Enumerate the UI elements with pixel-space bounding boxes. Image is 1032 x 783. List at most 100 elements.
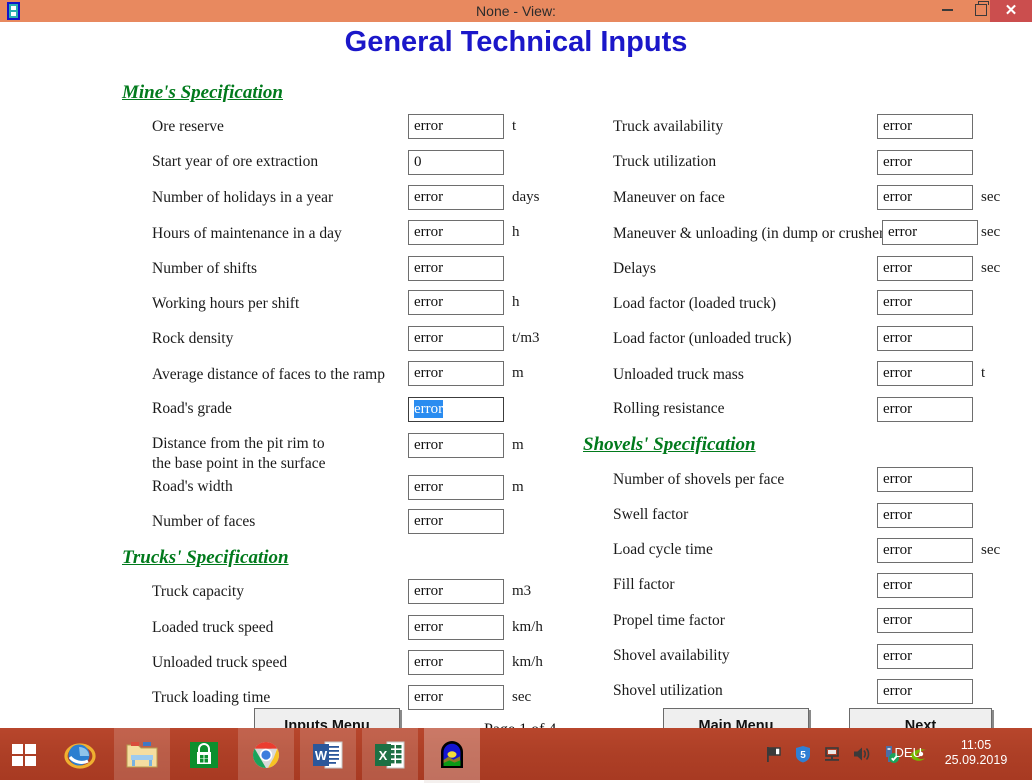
input-truck-loading-time[interactable]: error xyxy=(408,685,504,710)
field-label-shovel-utilization: Shovel utilization xyxy=(613,682,723,699)
field-label-road-s-grade: Road's grade xyxy=(152,400,232,417)
windows-start-icon xyxy=(12,744,36,766)
input-number-of-holidays-in-a-year[interactable]: error xyxy=(408,185,504,210)
field-label-working-hours-per-shift: Working hours per shift xyxy=(152,295,300,312)
close-icon: ✕ xyxy=(1004,2,1018,19)
field-label-fill-factor: Fill factor xyxy=(613,576,675,593)
windows-store-icon xyxy=(190,742,218,768)
section-heading-shovels-specification: Shovels' Specification xyxy=(583,434,756,455)
taskbar-item-file-explorer[interactable] xyxy=(114,728,170,780)
close-button[interactable]: ✕ xyxy=(990,0,1032,22)
field-label-load-factor-loaded-truck: Load factor (loaded truck) xyxy=(613,295,777,312)
field-label-unloaded-truck-mass: Unloaded truck mass xyxy=(613,366,744,383)
field-label-truck-capacity: Truck capacity xyxy=(152,583,244,600)
input-number-of-faces[interactable]: error xyxy=(408,509,504,534)
field-label-truck-utilization: Truck utilization xyxy=(613,153,717,170)
unit-unloaded-truck-mass: t xyxy=(981,365,986,381)
vb-form-icon xyxy=(441,741,463,768)
field-label-rolling-resistance: Rolling resistance xyxy=(613,400,725,417)
minimize-icon xyxy=(941,9,953,11)
tray-clock[interactable]: 11:05 25.09.2019 xyxy=(926,738,1026,768)
unit-rock-density: t/m3 xyxy=(512,330,540,346)
unit-number-of-holidays-in-a-year: days xyxy=(512,189,540,205)
taskbar-item-vb-application[interactable] xyxy=(424,728,480,783)
window-title: None - View: xyxy=(476,3,556,19)
field-label-load-cycle-time: Load cycle time xyxy=(613,541,713,558)
minimize-button[interactable] xyxy=(930,0,964,22)
input-shovel-availability[interactable]: error xyxy=(877,644,973,669)
input-average-distance-of-faces-to-the-ramp[interactable]: error xyxy=(408,361,504,386)
file-explorer-icon xyxy=(126,742,158,768)
screen: None - View: ✕ General Technical Inputs … xyxy=(0,0,1032,783)
field-label-number-of-faces: Number of faces xyxy=(152,513,256,530)
taskbar-item-internet-explorer[interactable] xyxy=(52,728,108,780)
network-icon[interactable] xyxy=(822,744,842,764)
field-label-distance-from-the-pit-rim-to: Distance from the pit rim to xyxy=(152,435,325,452)
field-label-maneuver-on-face: Maneuver on face xyxy=(613,189,725,206)
unit-delays: sec xyxy=(981,260,1001,276)
field-label-load-factor-unloaded-truck: Load factor (unloaded truck) xyxy=(613,330,792,347)
section-heading-trucks-specification: Trucks' Specification xyxy=(122,547,289,568)
taskbar: W X 5 DEU 11:05 25.09.2019 xyxy=(0,728,1032,783)
input-ore-reserve[interactable]: error xyxy=(408,114,504,139)
input-rolling-resistance[interactable]: error xyxy=(877,397,973,422)
input-unloaded-truck-speed[interactable]: error xyxy=(408,650,504,675)
input-loaded-truck-speed[interactable]: error xyxy=(408,615,504,640)
shield-icon[interactable]: 5 xyxy=(793,744,813,764)
input-working-hours-per-shift[interactable]: error xyxy=(408,290,504,315)
field-label-truck-availability: Truck availability xyxy=(613,118,724,135)
input-load-factor-loaded-truck[interactable]: error xyxy=(877,290,973,315)
field-label-road-s-width: Road's width xyxy=(152,478,233,495)
page-title: General Technical Inputs xyxy=(344,26,688,58)
input-load-cycle-time[interactable]: error xyxy=(877,538,973,563)
input-fill-factor[interactable]: error xyxy=(877,573,973,598)
unit-truck-capacity: m3 xyxy=(512,583,532,599)
form-area: General Technical Inputs Mine's Specific… xyxy=(0,22,1032,744)
input-swell-factor[interactable]: error xyxy=(877,503,973,528)
unit-ore-reserve: t xyxy=(512,118,517,134)
input-truck-capacity[interactable]: error xyxy=(408,579,504,604)
section-heading-mines-specification: Mine's Specification xyxy=(122,82,283,103)
input-truck-utilization[interactable]: error xyxy=(877,150,973,175)
input-maneuver-unloading-in-dump-or-crusher[interactable]: error xyxy=(882,220,978,245)
selected-text: error xyxy=(414,400,444,418)
input-truck-availability[interactable]: error xyxy=(877,114,973,139)
unit-maneuver-on-face: sec xyxy=(981,189,1001,205)
field-label-propel-time-factor: Propel time factor xyxy=(613,612,725,629)
unit-unloaded-truck-speed: km/h xyxy=(512,654,543,670)
unit-truck-loading-time: sec xyxy=(512,689,532,705)
input-hours-of-maintenance-in-a-day[interactable]: error xyxy=(408,220,504,245)
field-label-start-year-of-ore-extraction: Start year of ore extraction xyxy=(152,153,319,170)
unit-load-cycle-time: sec xyxy=(981,542,1001,558)
input-start-year-of-ore-extraction[interactable]: 0 xyxy=(408,150,504,175)
taskbar-item-google-chrome[interactable] xyxy=(238,728,294,780)
field-label-average-distance-of-faces-to-the-ramp: Average distance of faces to the ramp xyxy=(152,366,385,383)
input-number-of-shovels-per-face[interactable]: error xyxy=(877,467,973,492)
taskbar-item-microsoft-excel[interactable]: X xyxy=(362,728,418,780)
taskbar-item-microsoft-word[interactable]: W xyxy=(300,728,356,780)
unit-loaded-truck-speed: km/h xyxy=(512,619,543,635)
flag-icon[interactable] xyxy=(764,744,784,764)
internet-explorer-icon xyxy=(64,743,96,769)
field-label-unloaded-truck-speed: Unloaded truck speed xyxy=(152,654,288,671)
tray-time: 11:05 xyxy=(960,738,992,752)
volume-icon[interactable] xyxy=(851,744,871,764)
input-road-s-grade[interactable]: error xyxy=(408,397,504,422)
input-propel-time-factor[interactable]: error xyxy=(877,608,973,633)
input-rock-density[interactable]: error xyxy=(408,326,504,351)
start-button[interactable] xyxy=(0,728,48,780)
input-load-factor-unloaded-truck[interactable]: error xyxy=(877,326,973,351)
input-road-s-width[interactable]: error xyxy=(408,475,504,500)
tray-language[interactable]: DEU xyxy=(895,745,922,760)
taskbar-item-windows-store[interactable] xyxy=(176,728,232,780)
input-unloaded-truck-mass[interactable]: error xyxy=(877,361,973,386)
unit-hours-of-maintenance-in-a-day: h xyxy=(512,224,520,240)
input-delays[interactable]: error xyxy=(877,256,973,281)
input-distance-from-the-pit-rim-to[interactable]: error xyxy=(408,433,504,458)
input-maneuver-on-face[interactable]: error xyxy=(877,185,973,210)
input-number-of-shifts[interactable]: error xyxy=(408,256,504,281)
input-shovel-utilization[interactable]: error xyxy=(877,679,973,704)
field-label-truck-loading-time: Truck loading time xyxy=(152,689,271,706)
field-label-number-of-shovels-per-face: Number of shovels per face xyxy=(613,471,785,488)
unit-distance-from-the-pit-rim-to: m xyxy=(512,437,524,453)
